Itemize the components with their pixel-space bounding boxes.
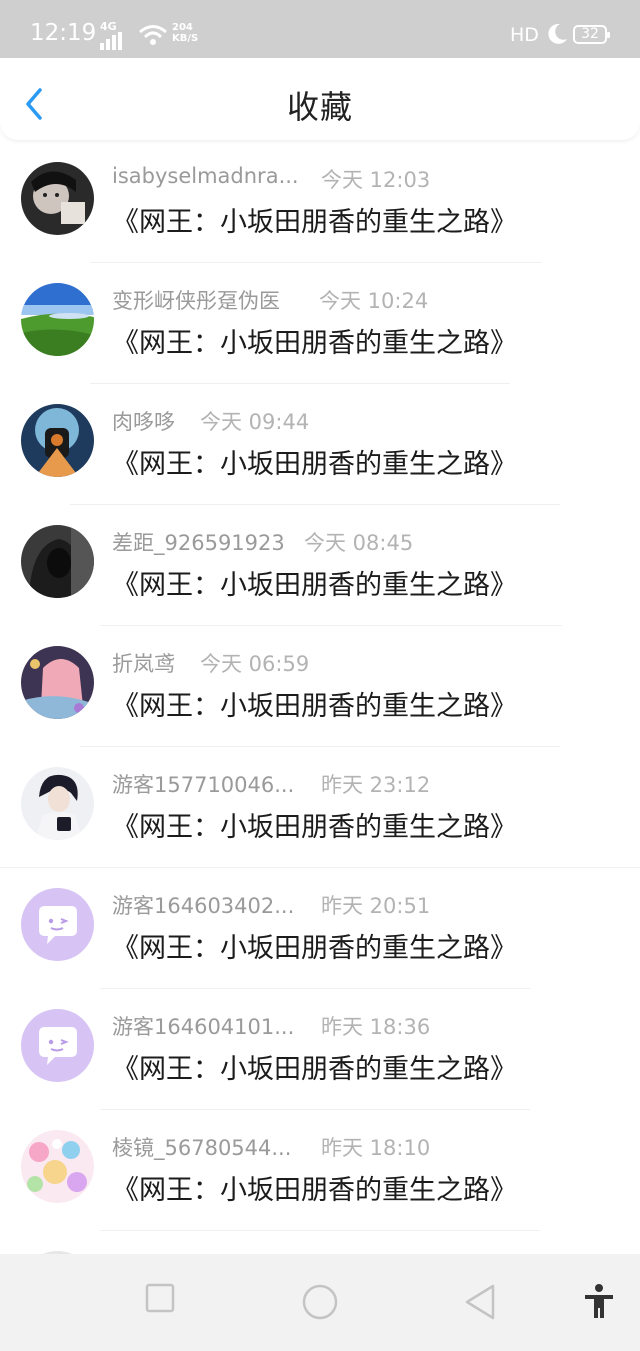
accessibility-icon: [585, 1284, 613, 1318]
home-button[interactable]: [300, 1280, 340, 1324]
square-recents-icon: [145, 1283, 175, 1313]
book-title[interactable]: 《网王：小坂田朋香的重生之路》: [112, 926, 517, 965]
list-item[interactable]: 棱镜_56780544... 昨天 18:10 《网王：小坂田朋香的重生之路》: [0, 1110, 640, 1231]
avatar[interactable]: [21, 767, 94, 840]
item-meta: 游客157710046... 昨天 23:12: [112, 769, 430, 799]
list-item[interactable]: 游客157710046... 昨天 23:12 《网王：小坂田朋香的重生之路》: [0, 747, 640, 868]
item-time: 今天 10:24: [319, 289, 429, 313]
chat-bubble-icon: [21, 888, 94, 961]
user-name: isabyselmadnra...: [112, 164, 299, 188]
item-time: 今天 08:45: [304, 531, 414, 555]
book-title[interactable]: 《网王：小坂田朋香的重生之路》: [112, 200, 517, 239]
item-meta: 变形岈侠彤趸伪医 今天 10:24: [112, 285, 428, 315]
item-time: 昨天 18:10: [321, 1136, 431, 1160]
avatar[interactable]: [21, 525, 94, 598]
avatar[interactable]: [21, 283, 94, 356]
item-meta: isabyselmadnra... 今天 12:03: [112, 164, 430, 194]
user-name: 棱镜_56780544...: [112, 1136, 292, 1160]
list-item[interactable]: 游客164604101... 昨天 18:36 《网王：小坂田朋香的重生之路》: [0, 989, 640, 1110]
book-title[interactable]: 《网王：小坂田朋香的重生之路》: [112, 684, 517, 723]
item-time: 今天 09:44: [200, 410, 310, 434]
book-title[interactable]: 《网王：小坂田朋香的重生之路》: [112, 442, 517, 481]
user-name: 折岚鸢: [112, 652, 175, 676]
book-title[interactable]: 《网王：小坂田朋香的重生之路》: [112, 563, 517, 602]
avatar[interactable]: [21, 1130, 94, 1203]
triangle-back-icon: [465, 1284, 495, 1320]
item-meta: 差距_926591923 今天 08:45: [112, 527, 413, 557]
user-name: 游客164603402...: [112, 894, 295, 918]
recents-button[interactable]: [144, 1280, 176, 1320]
user-name: 变形岈侠彤趸伪医: [112, 289, 280, 313]
item-meta: 折岚鸢 今天 06:59: [112, 648, 309, 678]
item-meta: 棱镜_56780544... 昨天 18:10: [112, 1132, 430, 1162]
list-item[interactable]: 折岚鸢 今天 06:59 《网王：小坂田朋香的重生之路》: [0, 626, 640, 747]
cellular-icon: 4G: [100, 21, 128, 52]
avatar[interactable]: [21, 1009, 94, 1082]
book-title[interactable]: 《网王：小坂田朋香的重生之路》: [112, 321, 517, 360]
network-speed: 204 KB/S: [172, 22, 198, 44]
avatar[interactable]: [21, 888, 94, 961]
page-title: 收藏: [286, 88, 353, 126]
book-title[interactable]: 《网王：小坂田朋香的重生之路》: [112, 1168, 517, 1207]
status-time: 12:19: [30, 20, 97, 46]
circle-home-icon: [302, 1284, 338, 1320]
system-nav-bar: [0, 1254, 640, 1351]
speed-unit: KB/S: [172, 33, 199, 44]
user-name: 游客164604101...: [112, 1015, 295, 1039]
item-meta: 游客164604101... 昨天 18:36: [112, 1011, 430, 1041]
favorites-list: isabyselmadnra... 今天 12:03 《网王：小坂田朋香的重生之…: [0, 142, 640, 1324]
item-time: 昨天 20:51: [321, 894, 431, 918]
hd-indicator: HD: [510, 24, 539, 46]
wifi-icon: [138, 24, 168, 50]
book-title[interactable]: 《网王：小坂田朋香的重生之路》: [112, 805, 517, 844]
battery-icon: 32: [573, 25, 610, 44]
list-item[interactable]: 游客164603402... 昨天 20:51 《网王：小坂田朋香的重生之路》: [0, 868, 640, 989]
avatar[interactable]: [21, 646, 94, 719]
user-name: 差距_926591923: [112, 531, 285, 555]
user-name: 肉哆哆: [112, 410, 175, 434]
book-title[interactable]: 《网王：小坂田朋香的重生之路》: [112, 1047, 517, 1086]
item-time: 今天 06:59: [200, 652, 310, 676]
list-item[interactable]: isabyselmadnra... 今天 12:03 《网王：小坂田朋香的重生之…: [0, 142, 640, 263]
avatar[interactable]: [21, 404, 94, 477]
list-item[interactable]: 肉哆哆 今天 09:44 《网王：小坂田朋香的重生之路》: [0, 384, 640, 505]
avatar[interactable]: [21, 162, 94, 235]
chat-bubble-icon: [21, 1009, 94, 1082]
list-item[interactable]: 差距_926591923 今天 08:45 《网王：小坂田朋香的重生之路》: [0, 505, 640, 626]
item-time: 昨天 23:12: [321, 773, 431, 797]
speed-value: 204: [172, 22, 193, 33]
item-meta: 游客164603402... 昨天 20:51: [112, 890, 430, 920]
list-item[interactable]: 变形岈侠彤趸伪医 今天 10:24 《网王：小坂田朋香的重生之路》: [0, 263, 640, 384]
accessibility-button[interactable]: [582, 1280, 616, 1324]
user-name: 游客157710046...: [112, 773, 295, 797]
moon-icon: [545, 22, 569, 50]
status-bar: 12:19 4G 204 KB/S HD 32: [0, 0, 640, 58]
item-time: 今天 12:03: [321, 168, 431, 192]
item-meta: 肉哆哆 今天 09:44: [112, 406, 309, 436]
app-header: 收藏: [0, 58, 640, 140]
back-nav-button[interactable]: [462, 1280, 498, 1324]
item-time: 昨天 18:36: [321, 1015, 431, 1039]
